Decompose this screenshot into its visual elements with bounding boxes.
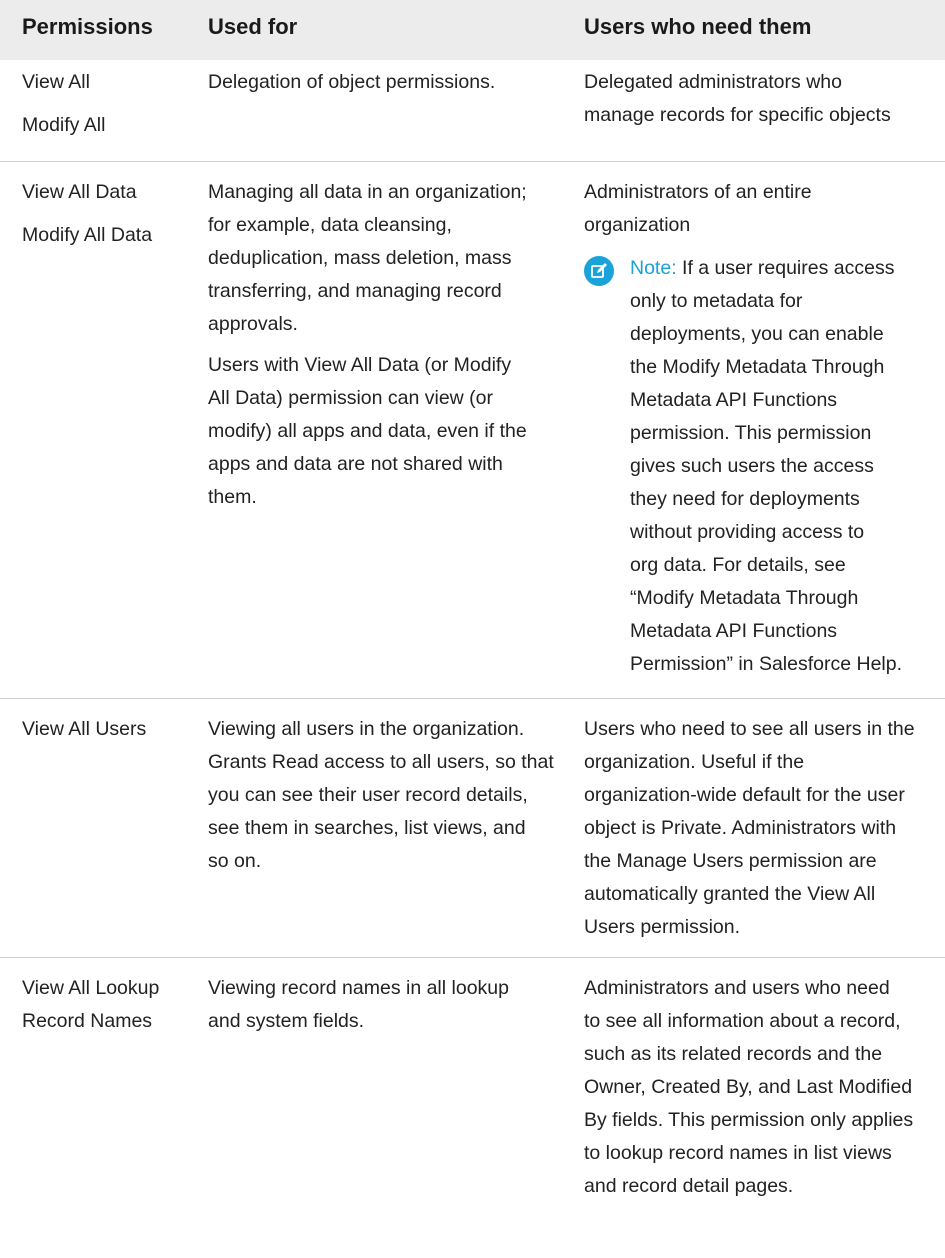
text-line: modify) all apps and data, even if the: [208, 420, 527, 442]
cell-permissions: View All Data Modify All Data: [22, 176, 192, 252]
note-line: only to metadata for: [630, 290, 803, 312]
text-line: organization. Useful if the: [584, 751, 805, 773]
paragraph: Users with View All Data (or Modify All …: [208, 349, 578, 514]
text-line: for example, data cleansing,: [208, 214, 452, 236]
note-callout: Note: If a user requires access only to …: [584, 252, 940, 681]
text-line: Administrators of an entire: [584, 181, 812, 203]
text-line: Administrators and users who need: [584, 977, 890, 999]
table-header: Permissions Used for Users who need them: [0, 0, 945, 60]
cell-users: Administrators and users who need to see…: [584, 972, 940, 1203]
note-line: Note: If a user requires access: [630, 252, 940, 285]
text-line: the Manage Users permission are: [584, 850, 877, 872]
text-line: apps and data are not shared with: [208, 453, 503, 475]
header-used-for: Used for: [208, 14, 298, 39]
note-line: Metadata API Functions: [630, 389, 838, 411]
cell-permissions: View All Lookup Record Names: [22, 972, 192, 1038]
text-line: approvals.: [208, 313, 298, 335]
note-line: Metadata API Functions: [630, 620, 838, 642]
permissions-table: Permissions Used for Users who need them…: [0, 0, 945, 1258]
text-line: Users who need to see all users in the: [584, 718, 915, 740]
text-line: manage records for specific objects: [584, 104, 891, 126]
table-row: View All Users Viewing all users in the …: [0, 699, 945, 958]
text-line: so on.: [208, 850, 262, 872]
header-permissions: Permissions: [22, 14, 153, 39]
table-row: View All Lookup Record Names Viewing rec…: [0, 958, 945, 1258]
text-line: Users with View All Data (or Modify: [208, 354, 512, 376]
text-line: Delegation of object permissions.: [208, 71, 496, 93]
table-row: View All Data Modify All Data Managing a…: [0, 162, 945, 699]
permission-name: Record Names: [22, 1010, 153, 1032]
text-line: Delegated administrators who: [584, 71, 842, 93]
cell-users: Delegated administrators who manage reco…: [584, 66, 940, 132]
cell-permissions: View All Users: [22, 713, 192, 746]
text-line: organization-wide default for the user: [584, 784, 905, 806]
text-line: to see all information about a record,: [584, 1010, 901, 1032]
text-line: deduplication, mass deletion, mass: [208, 247, 512, 269]
text-line: to lookup record names in list views: [584, 1142, 892, 1164]
permission-name: View All Lookup: [22, 977, 160, 999]
permission-name: View All Data: [22, 181, 137, 203]
note-label: Note:: [630, 257, 677, 279]
edit-note-icon: [584, 256, 614, 286]
table-row: View All Modify All Delegation of object…: [0, 60, 945, 162]
text-line: object is Private. Administrators with: [584, 817, 897, 839]
note-text: If a user requires access: [682, 257, 895, 279]
text-line: such as its related records and the: [584, 1043, 883, 1065]
text-line: organization: [584, 214, 691, 236]
note-line: gives such users the access: [630, 455, 874, 477]
text-line: see them in searches, list views, and: [208, 817, 526, 839]
note-line: “Modify Metadata Through: [630, 587, 859, 609]
cell-used-for: Managing all data in an organization; fo…: [208, 176, 578, 522]
text-line: Viewing record names in all lookup: [208, 977, 509, 999]
note-line: org data. For details, see: [630, 554, 846, 576]
text-line: automatically granted the View All: [584, 883, 876, 905]
cell-users: Administrators of an entire organization…: [584, 176, 940, 681]
text-line: them.: [208, 486, 257, 508]
note-line: permission. This permission: [630, 422, 872, 444]
cell-users: Users who need to see all users in the o…: [584, 713, 940, 944]
text-line: All Data) permission can view (or: [208, 387, 494, 409]
note-line: without providing access to: [630, 521, 865, 543]
note-line: deployments, you can enable: [630, 323, 884, 345]
paragraph: Managing all data in an organization; fo…: [208, 176, 578, 341]
note-line: they need for deployments: [630, 488, 860, 510]
text-line: you can see their user record details,: [208, 784, 528, 806]
text-line: and record detail pages.: [584, 1175, 794, 1197]
text-line: Users permission.: [584, 916, 741, 938]
text-line: and system fields.: [208, 1010, 365, 1032]
permission-name: View All Users: [22, 718, 147, 740]
header-users: Users who need them: [584, 14, 812, 39]
text-line: Viewing all users in the organization.: [208, 718, 525, 740]
cell-permissions: View All Modify All: [22, 66, 192, 142]
permission-name: Modify All Data: [22, 224, 153, 246]
permission-name: View All: [22, 71, 90, 93]
text-line: Grants Read access to all users, so that: [208, 751, 554, 773]
cell-used-for: Viewing all users in the organization. G…: [208, 713, 578, 878]
permission-name: Modify All: [22, 114, 106, 136]
cell-used-for: Delegation of object permissions.: [208, 66, 578, 99]
text-line: transferring, and managing record: [208, 280, 502, 302]
note-line: the Modify Metadata Through: [630, 356, 885, 378]
text-line: Owner, Created By, and Last Modified: [584, 1076, 913, 1098]
note-line: Permission” in Salesforce Help.: [630, 653, 903, 675]
cell-used-for: Viewing record names in all lookup and s…: [208, 972, 578, 1038]
text-line: Managing all data in an organization;: [208, 181, 527, 203]
text-line: By fields. This permission only applies: [584, 1109, 914, 1131]
